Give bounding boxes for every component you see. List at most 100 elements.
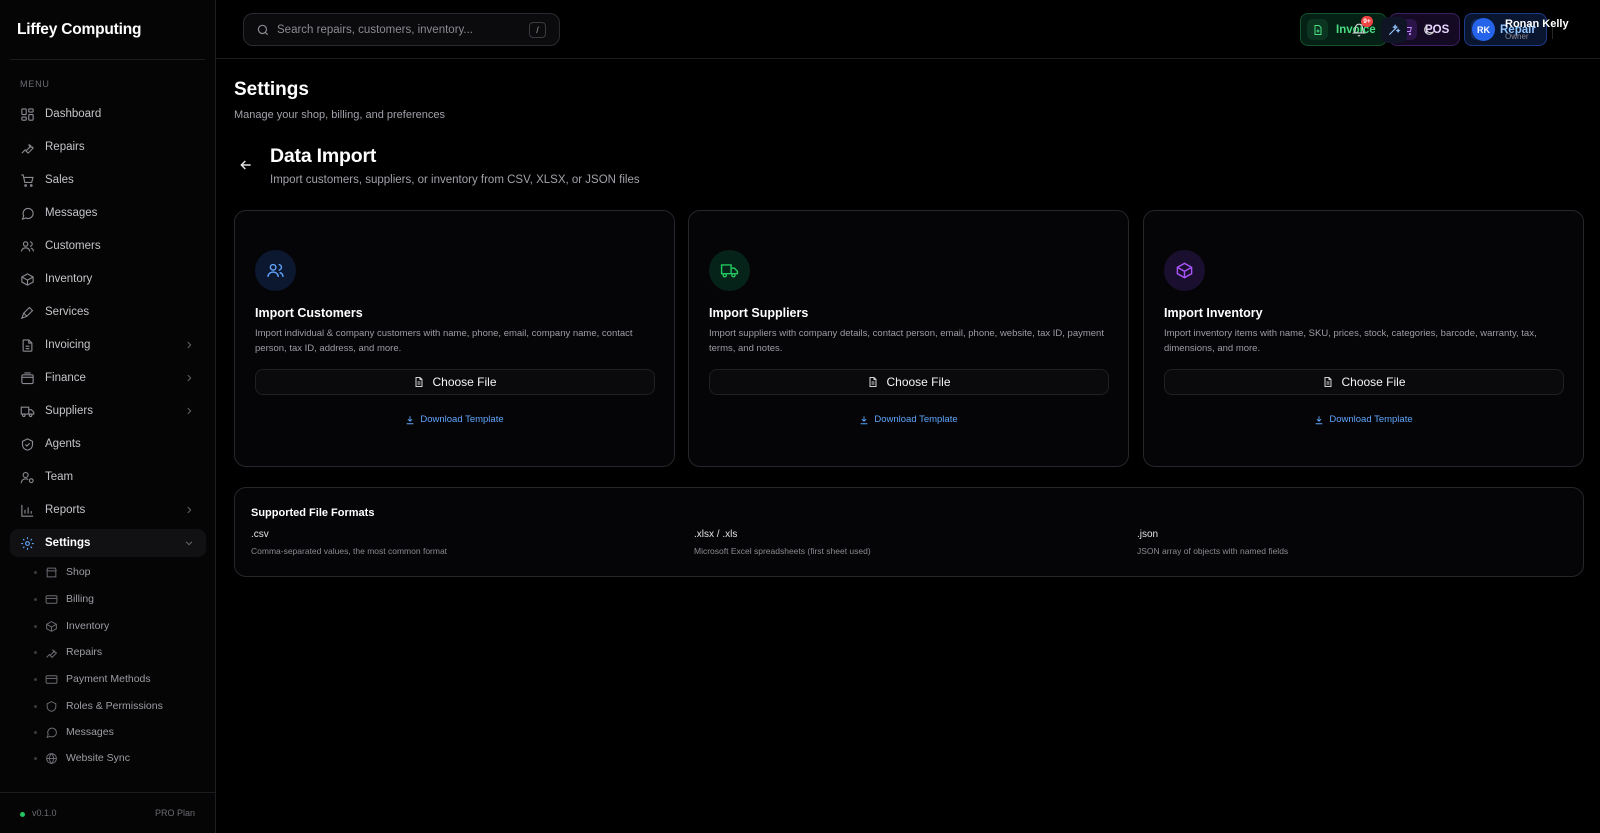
- sidebar: Liffey Computing MENU Dashboard Repairs …: [0, 0, 216, 833]
- settings-subitem-messages[interactable]: Messages: [34, 720, 204, 744]
- file-icon: [413, 376, 432, 388]
- message-icon: [45, 726, 58, 739]
- choose-file-label: Choose File: [432, 375, 497, 389]
- chevron-right-icon: [184, 505, 194, 515]
- search-box[interactable]: /: [243, 13, 560, 46]
- user-name[interactable]: Ronan Kelly: [1505, 18, 1569, 30]
- subitem-label: Shop: [66, 566, 91, 578]
- sidebar-item-label: Agents: [45, 438, 81, 450]
- settings-subitem-shop[interactable]: Shop: [34, 560, 204, 584]
- dashboard-icon: [20, 107, 35, 122]
- sidebar-item-label: Team: [45, 471, 74, 483]
- download-template-link[interactable]: Download Template: [235, 414, 674, 425]
- card-title: Import Customers: [255, 306, 363, 320]
- import-suppliers-card: Import Suppliers Import suppliers with c…: [688, 210, 1129, 467]
- sidebar-item-sales[interactable]: Sales: [10, 166, 206, 194]
- choose-file-button[interactable]: Choose File: [709, 369, 1109, 395]
- settings-subitem-payment-methods[interactable]: Payment Methods: [34, 667, 204, 691]
- settings-subitem-website-sync[interactable]: Website Sync: [34, 746, 204, 770]
- magic-wand-icon: [1387, 23, 1401, 37]
- wrench-icon: [20, 140, 35, 155]
- settings-subitem-roles-permissions[interactable]: Roles & Permissions: [34, 694, 204, 718]
- sidebar-item-agents[interactable]: Agents: [10, 430, 206, 458]
- sidebar-footer: v0.1.0 PRO Plan: [0, 792, 215, 833]
- format-name: .csv: [251, 529, 269, 540]
- download-template-label: Download Template: [1329, 414, 1413, 425]
- download-template-link[interactable]: Download Template: [1144, 414, 1583, 425]
- sidebar-item-suppliers[interactable]: Suppliers: [10, 397, 206, 425]
- ai-assistant-button[interactable]: [1381, 17, 1407, 43]
- chart-icon: [20, 503, 35, 518]
- choose-file-label: Choose File: [886, 375, 951, 389]
- back-button[interactable]: [238, 157, 254, 173]
- download-icon: [859, 415, 874, 425]
- format-item-csv: .csv Comma-separated values, the most co…: [251, 529, 671, 556]
- sidebar-item-label: Sales: [45, 174, 74, 186]
- sidebar-item-settings[interactable]: Settings: [10, 529, 206, 557]
- sidebar-item-label: Dashboard: [45, 108, 102, 120]
- formats-title: Supported File Formats: [251, 507, 375, 519]
- bullet: [34, 624, 37, 628]
- menu-label: MENU: [20, 79, 50, 89]
- chevron-right-icon: [184, 406, 194, 416]
- chevron-right-icon: [184, 340, 194, 350]
- format-name: .json: [1137, 529, 1159, 540]
- users-icon: [255, 250, 296, 291]
- page-subtitle: Manage your shop, billing, and preferenc…: [234, 109, 445, 121]
- sidebar-item-team[interactable]: Team: [10, 463, 206, 491]
- settings-subitem-billing[interactable]: Billing: [34, 587, 204, 611]
- sidebar-item-reports[interactable]: Reports: [10, 496, 206, 524]
- download-template-link[interactable]: Download Template: [689, 414, 1128, 425]
- format-item-xlsx: .xlsx / .xls Microsoft Excel spreadsheet…: [694, 529, 1114, 556]
- choose-file-button[interactable]: Choose File: [1164, 369, 1564, 395]
- globe-icon: [45, 752, 58, 765]
- choose-file-button[interactable]: Choose File: [255, 369, 655, 395]
- plan-label: PRO Plan: [154, 808, 195, 818]
- search-input[interactable]: [277, 23, 517, 36]
- sidebar-item-finance[interactable]: Finance: [10, 364, 206, 392]
- subitem-label: Payment Methods: [66, 673, 151, 685]
- agent-icon: [20, 437, 35, 452]
- sidebar-item-repairs[interactable]: Repairs: [10, 133, 206, 161]
- sidebar-item-customers[interactable]: Customers: [10, 232, 206, 260]
- bullet: [34, 650, 37, 654]
- bullet: [34, 570, 37, 574]
- sidebar-item-label: Finance: [45, 372, 86, 384]
- sidebar-item-messages[interactable]: Messages: [10, 199, 206, 227]
- notifications-button[interactable]: 9+: [1346, 16, 1373, 43]
- sidebar-item-services[interactable]: Services: [10, 298, 206, 326]
- card-description: Import individual & company customers wi…: [255, 328, 633, 354]
- sidebar-item-label: Invoicing: [45, 339, 91, 351]
- app-name: Liffey Computing: [17, 21, 142, 38]
- format-item-json: .json JSON array of objects with named f…: [1137, 529, 1557, 556]
- section-title: Data Import: [270, 145, 377, 167]
- sidebar-item-label: Repairs: [45, 141, 85, 153]
- avatar[interactable]: RK: [1472, 18, 1495, 41]
- download-template-label: Download Template: [420, 414, 504, 425]
- sidebar-item-inventory[interactable]: Inventory: [10, 265, 206, 293]
- truck-icon: [20, 404, 35, 419]
- bullet: [34, 677, 37, 681]
- box-icon: [45, 620, 58, 633]
- theme-toggle-button[interactable]: [1416, 17, 1442, 43]
- invoice-icon: [20, 338, 35, 353]
- bullet: [34, 704, 37, 708]
- sidebar-item-dashboard[interactable]: Dashboard: [10, 100, 206, 128]
- arrow-left-icon: [238, 157, 254, 173]
- settings-subitem-repairs[interactable]: Repairs: [34, 640, 204, 664]
- version-label: v0.1.0: [32, 808, 57, 818]
- format-description: Microsoft Excel spreadsheets (first shee…: [694, 546, 871, 556]
- subitem-label: Billing: [66, 593, 95, 605]
- download-template-label: Download Template: [874, 414, 958, 425]
- new-invoice-button[interactable]: Invoice: [1300, 13, 1387, 46]
- truck-icon: [709, 250, 750, 291]
- notification-badge: 9+: [1361, 16, 1373, 27]
- subitem-label: Roles & Permissions: [66, 700, 163, 712]
- section-subtitle: Import customers, suppliers, or inventor…: [270, 174, 640, 186]
- sidebar-item-label: Customers: [45, 240, 101, 252]
- settings-subitem-inventory[interactable]: Inventory: [34, 614, 204, 638]
- sidebar-item-invoicing[interactable]: Invoicing: [10, 331, 206, 359]
- download-icon: [405, 415, 420, 425]
- status-dot: [20, 812, 25, 817]
- shield-icon: [45, 700, 58, 713]
